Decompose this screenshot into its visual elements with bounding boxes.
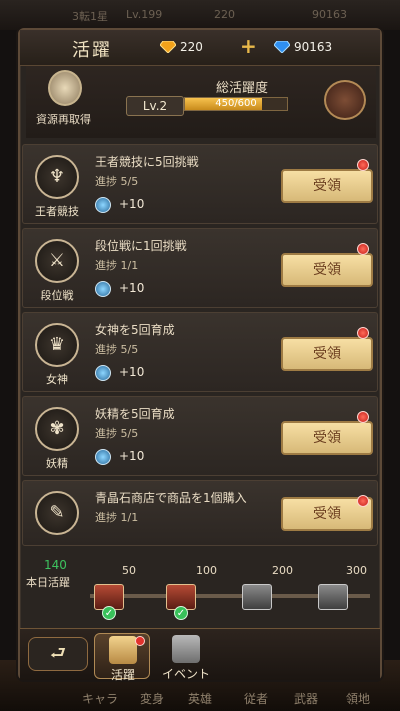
task-reward: +10 — [119, 197, 145, 211]
task-row: ⚔ 段位戦 段位戦に1回挑戦 進捗 1/1 +10 受領 — [22, 228, 378, 308]
activity-point-icon — [95, 449, 111, 465]
notification-dot-icon — [357, 495, 369, 507]
tab-activity[interactable]: 活躍 — [94, 633, 150, 682]
king-arena-icon: ♆ — [35, 155, 79, 199]
claimed-check-icon: ✓ — [174, 606, 188, 620]
claim-button[interactable]: 受領 — [281, 169, 373, 203]
panel-title: 活躍 — [72, 40, 112, 61]
background-status-bar: 3転1星 Lv.199 220 90163 — [0, 0, 400, 30]
tab-event-label: イベント — [161, 667, 210, 681]
milestone-label: 300 — [346, 564, 367, 577]
event-gift-icon — [172, 635, 200, 663]
rank-text: 3転1星 — [72, 10, 108, 23]
task-icon-label: 女神 — [46, 373, 68, 386]
task-icon-label: 王者競技 — [35, 205, 79, 218]
gold-amount: 220 — [180, 40, 203, 54]
task-progress: 進捗 5/5 — [95, 343, 139, 356]
task-name: 王者競技に5回挑戦 — [95, 155, 199, 169]
task-progress: 進捗 5/5 — [95, 427, 139, 440]
activity-value: 140 — [44, 558, 67, 572]
notification-dot-icon — [357, 411, 369, 423]
task-row: ✎ 青晶石商店で商品を1個購入 進捗 1/1 受領 — [22, 480, 378, 546]
notification-dot-icon — [357, 327, 369, 339]
milestone-chest-300[interactable] — [318, 584, 348, 610]
task-progress: 進捗 1/1 — [95, 259, 139, 272]
panel-header: 活躍 220 + 90163 — [20, 30, 380, 66]
activity-point-icon — [95, 197, 111, 213]
task-icon-label: 段位戦 — [40, 289, 74, 302]
nav-hero[interactable]: 英雄 — [188, 690, 212, 707]
shop-purchase-icon: ✎ — [35, 491, 79, 535]
notification-dot-icon — [357, 159, 369, 171]
activity-panel: 活躍 220 + 90163 資源再取得 Lv.2 総活躍度 450/600 ♆… — [18, 28, 382, 682]
nav-chara[interactable]: キャラ — [82, 690, 118, 707]
activity-label: 本日活躍 — [26, 576, 70, 589]
task-progress: 進捗 1/1 — [95, 511, 139, 524]
player-level: Lv.199 — [126, 8, 163, 21]
claim-button[interactable]: 受領 — [281, 337, 373, 371]
gift-box-icon — [109, 636, 137, 664]
milestone-label: 50 — [122, 564, 136, 577]
ranked-battle-icon: ⚔ — [35, 239, 79, 283]
total-activity-label: 総活躍度 — [216, 81, 269, 96]
gem-amount: 90163 — [294, 40, 333, 54]
claimed-check-icon: ✓ — [102, 606, 116, 620]
task-reward: +10 — [119, 365, 145, 379]
add-currency-button[interactable]: + — [240, 36, 257, 56]
goddess-icon: ♛ — [35, 323, 79, 367]
resource-reclaim-label: 資源再取得 — [36, 113, 91, 126]
fairy-icon: ✾ — [35, 407, 79, 451]
bottom-tab-bar: ⮐ 活躍 イベント — [20, 628, 380, 682]
activity-point-icon — [95, 365, 111, 381]
reward-chest-icon[interactable] — [324, 80, 366, 120]
nav-follower[interactable]: 従者 — [244, 690, 268, 707]
task-row: ✾ 妖精 妖精を5回育成 進捗 5/5 +10 受領 — [22, 396, 378, 476]
blue-gem-icon — [274, 41, 290, 53]
claim-button[interactable]: 受領 — [281, 253, 373, 287]
daily-activity-summary: 資源再取得 Lv.2 総活躍度 450/600 — [26, 66, 376, 138]
back-button[interactable]: ⮐ — [28, 637, 88, 671]
task-name: 段位戦に1回挑戦 — [95, 239, 187, 253]
claim-button[interactable]: 受領 — [281, 421, 373, 455]
task-row: ♆ 王者競技 王者競技に5回挑戦 進捗 5/5 +10 受領 — [22, 144, 378, 224]
tab-notification-dot-icon — [135, 636, 145, 646]
gold-gem-icon — [160, 41, 176, 53]
milestone-label: 200 — [272, 564, 293, 577]
resource-reclaim-icon[interactable] — [48, 70, 82, 106]
nav-territory[interactable]: 領地 — [346, 690, 370, 707]
task-name: 女神を5回育成 — [95, 323, 175, 337]
task-name: 青晶石商店で商品を1個購入 — [95, 491, 247, 505]
activity-progress-bar: 450/600 — [184, 97, 288, 111]
background-gold: 220 — [214, 8, 235, 21]
task-progress: 進捗 5/5 — [95, 175, 139, 188]
task-name: 妖精を5回育成 — [95, 407, 175, 421]
activity-point-icon — [95, 281, 111, 297]
tab-activity-label: 活躍 — [110, 668, 135, 682]
task-reward: +10 — [119, 449, 145, 463]
task-icon-label: 妖精 — [46, 457, 68, 470]
tab-event[interactable]: イベント — [158, 633, 214, 681]
nav-weapon[interactable]: 武器 — [294, 690, 318, 707]
activity-level: Lv.2 — [126, 96, 184, 116]
task-row: ♛ 女神 女神を5回育成 進捗 5/5 +10 受領 — [22, 312, 378, 392]
background-gems: 90163 — [312, 8, 347, 21]
task-reward: +10 — [119, 281, 145, 295]
milestone-chest-200[interactable] — [242, 584, 272, 610]
activity-progress-text: 450/600 — [215, 98, 257, 109]
milestone-label: 100 — [196, 564, 217, 577]
notification-dot-icon — [357, 243, 369, 255]
nav-transform[interactable]: 変身 — [140, 690, 164, 707]
